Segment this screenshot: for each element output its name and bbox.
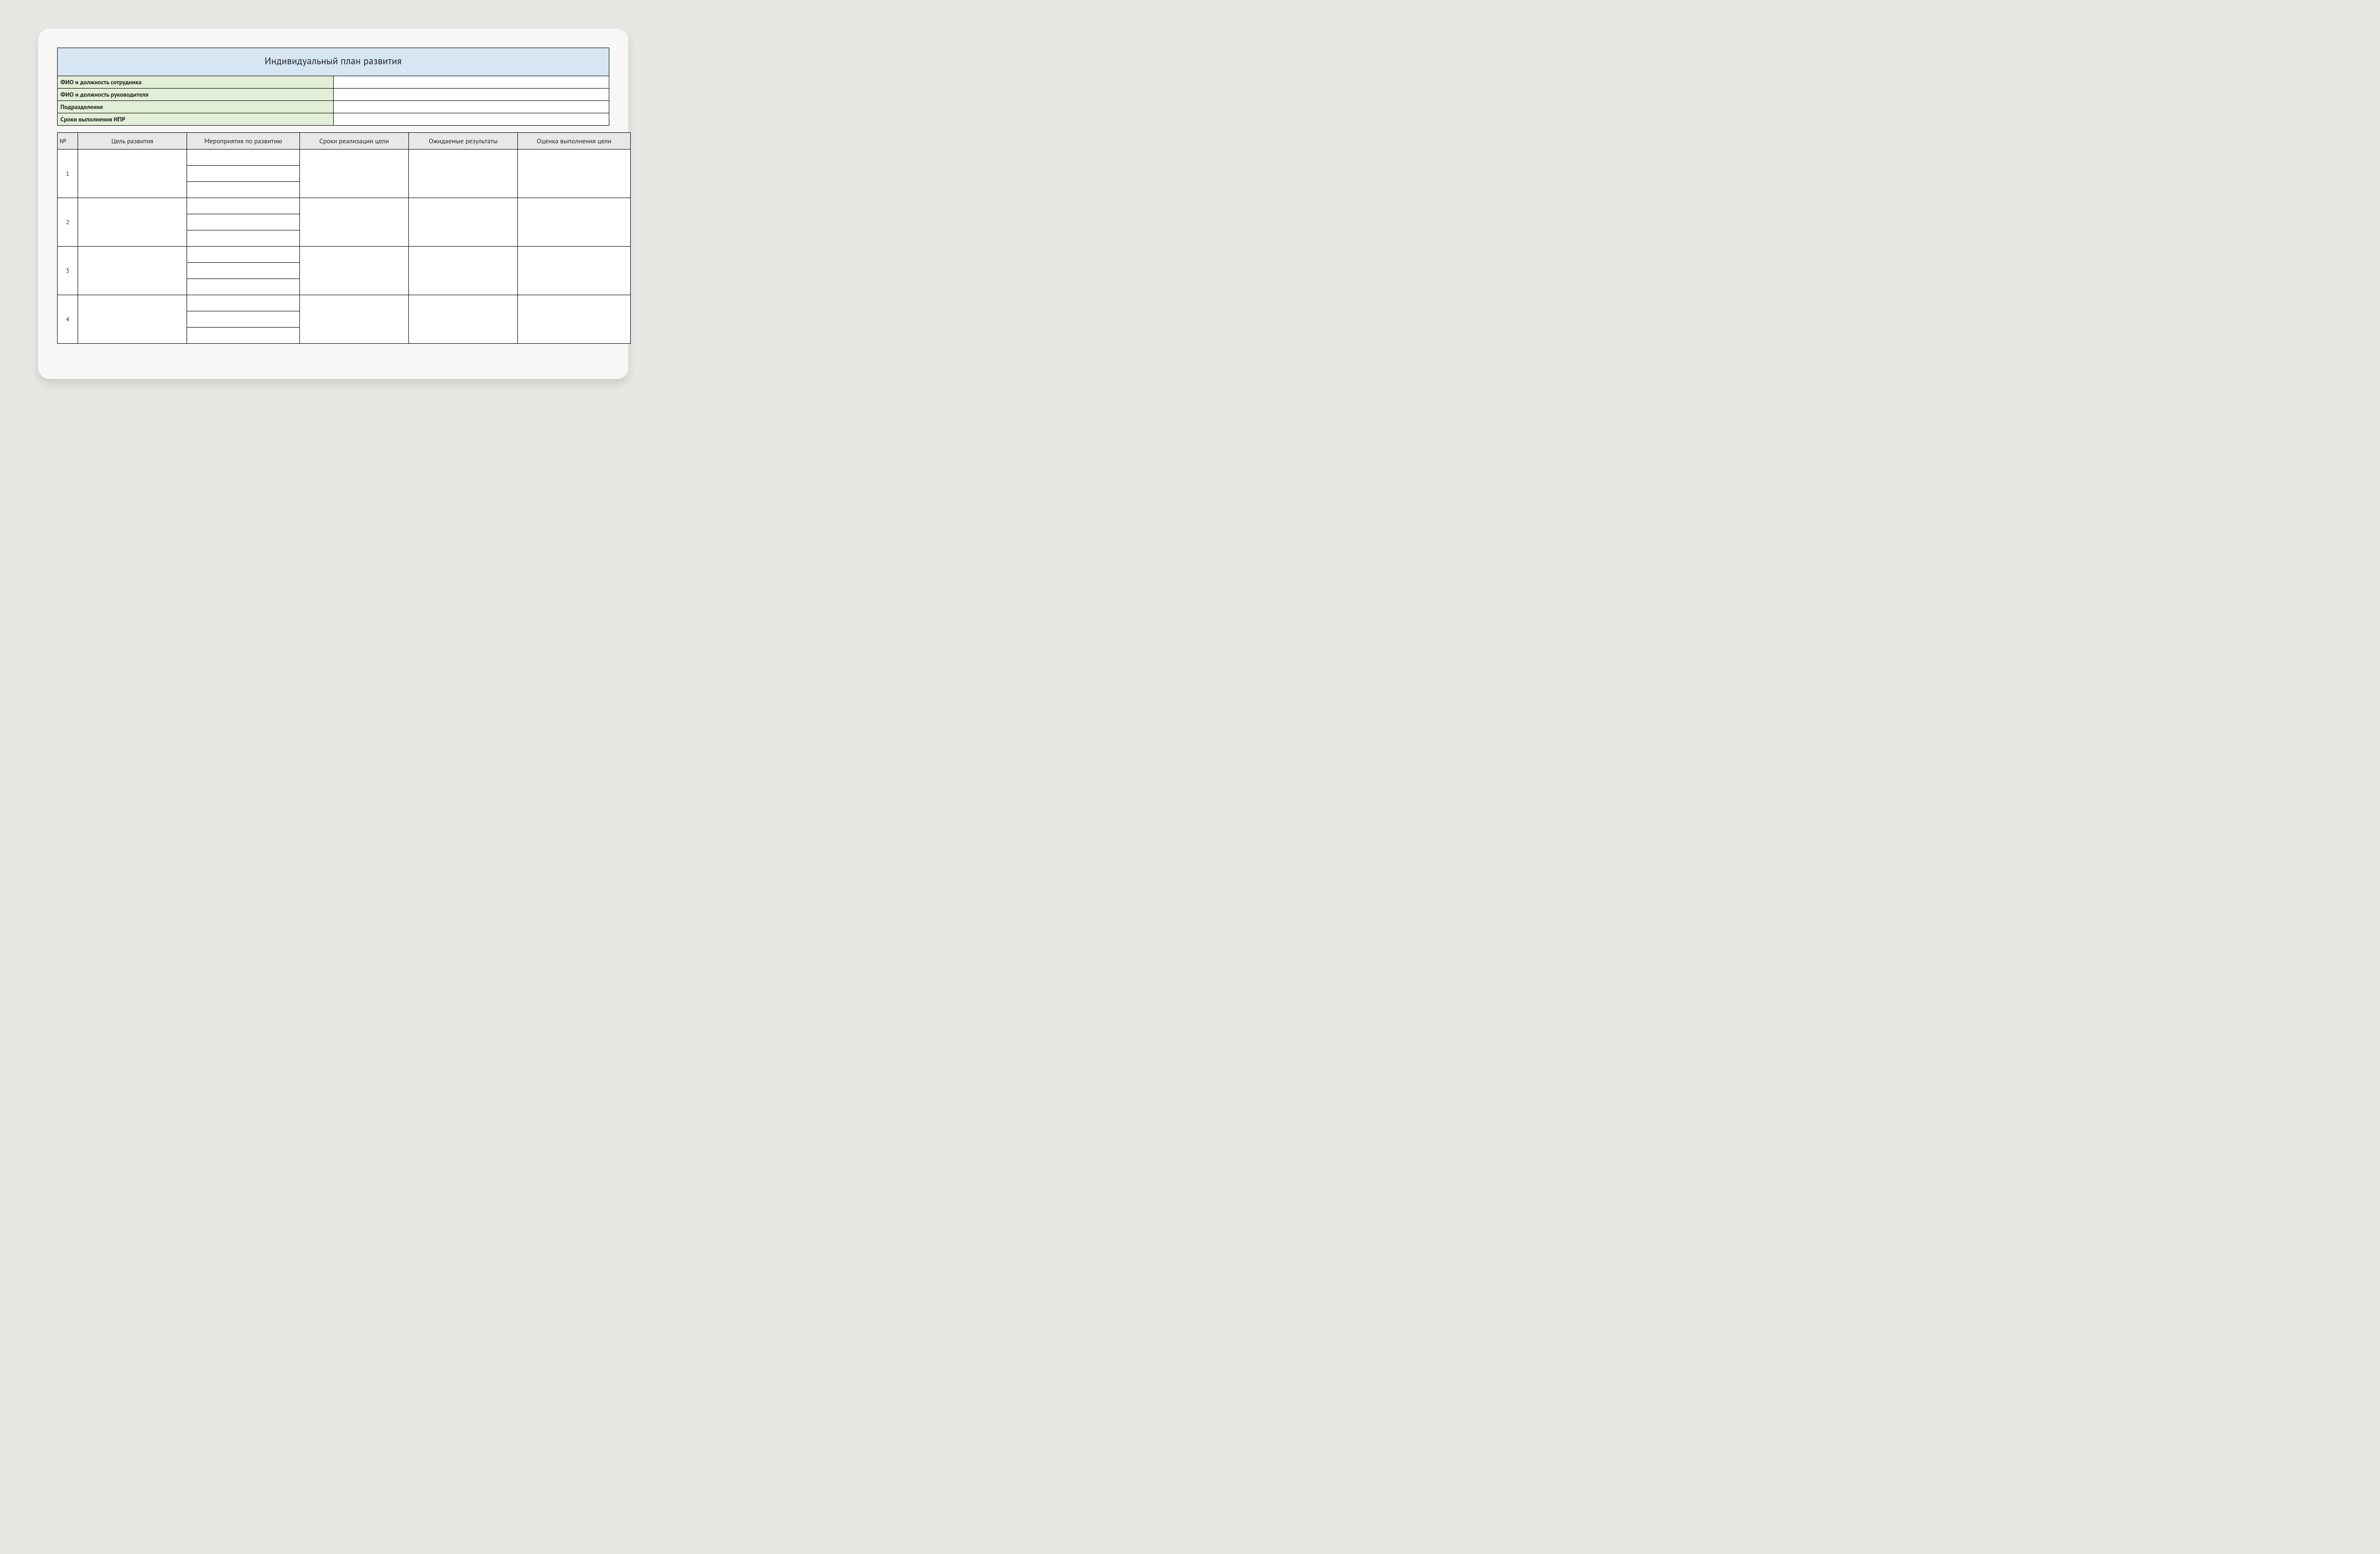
cell-activity[interactable] — [187, 279, 300, 295]
col-results: Ожидаемые результаты — [409, 133, 518, 149]
col-timeline: Сроки реализации цели — [300, 133, 409, 149]
label-manager: ФИО и должность руководителя — [58, 89, 334, 101]
cell-results[interactable] — [409, 295, 518, 344]
cell-activity[interactable] — [187, 198, 300, 214]
cell-activity[interactable] — [187, 247, 300, 263]
plan-table: № Цель развития Мероприятия по развитию … — [57, 132, 631, 344]
cell-results[interactable] — [409, 198, 518, 247]
col-evaluation: Оценка выполнения цели — [518, 133, 631, 149]
value-employee[interactable] — [333, 76, 609, 89]
col-number: № — [58, 133, 78, 149]
plan-row: 3 — [58, 247, 631, 263]
cell-goal[interactable] — [78, 247, 187, 295]
cell-goal[interactable] — [78, 149, 187, 198]
cell-number: 2 — [58, 198, 78, 247]
plan-row: 4 — [58, 295, 631, 311]
cell-number: 3 — [58, 247, 78, 295]
cell-activity[interactable] — [187, 311, 300, 328]
value-deadline[interactable] — [333, 113, 609, 126]
cell-timeline[interactable] — [300, 149, 409, 198]
cell-activity[interactable] — [187, 295, 300, 311]
cell-activity[interactable] — [187, 182, 300, 198]
cell-goal[interactable] — [78, 198, 187, 247]
cell-activity[interactable] — [187, 328, 300, 344]
cell-evaluation[interactable] — [518, 247, 631, 295]
document-card: Индивидуальный план развития ФИО и должн… — [38, 29, 628, 379]
cell-timeline[interactable] — [300, 295, 409, 344]
cell-activity[interactable] — [187, 149, 300, 166]
plan-body: 1 2 — [58, 149, 631, 344]
cell-results[interactable] — [409, 149, 518, 198]
label-deadline: Сроки выполнения ИПР — [58, 113, 334, 126]
cell-activity[interactable] — [187, 166, 300, 182]
value-department[interactable] — [333, 101, 609, 113]
label-department: Подразделение — [58, 101, 334, 113]
header-table: Индивидуальный план развития ФИО и должн… — [57, 48, 609, 126]
cell-activity[interactable] — [187, 263, 300, 279]
cell-timeline[interactable] — [300, 247, 409, 295]
cell-number: 1 — [58, 149, 78, 198]
plan-header-row: № Цель развития Мероприятия по развитию … — [58, 133, 631, 149]
cell-evaluation[interactable] — [518, 198, 631, 247]
col-goal: Цель развития — [78, 133, 187, 149]
cell-goal[interactable] — [78, 295, 187, 344]
document-title: Индивидуальный план развития — [58, 48, 609, 76]
cell-evaluation[interactable] — [518, 295, 631, 344]
cell-timeline[interactable] — [300, 198, 409, 247]
plan-row: 1 — [58, 149, 631, 166]
cell-evaluation[interactable] — [518, 149, 631, 198]
value-manager[interactable] — [333, 89, 609, 101]
cell-results[interactable] — [409, 247, 518, 295]
col-activities: Мероприятия по развитию — [187, 133, 300, 149]
label-employee: ФИО и должность сотрудника — [58, 76, 334, 89]
plan-row: 2 — [58, 198, 631, 214]
cell-activity[interactable] — [187, 214, 300, 230]
cell-number: 4 — [58, 295, 78, 344]
cell-activity[interactable] — [187, 230, 300, 247]
